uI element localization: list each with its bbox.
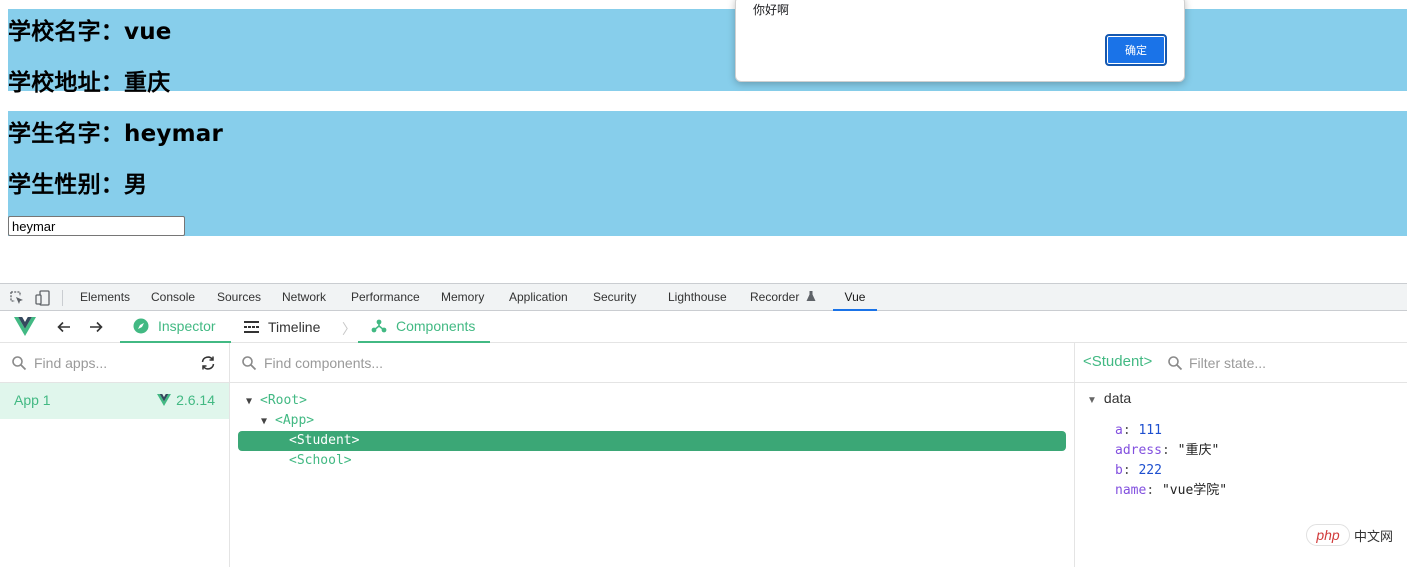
school-address-heading: 学校地址：重庆 <box>8 70 171 96</box>
tab-components[interactable]: Components <box>358 311 490 343</box>
data-section-toggle[interactable]: ▼ data <box>1087 390 1131 406</box>
student-name-heading: 学生名字：heymar <box>8 121 223 147</box>
triangle-down-icon[interactable]: ▼ <box>261 412 275 432</box>
student-name-input[interactable] <box>8 216 185 236</box>
alert-dialog: 你好啊 确定 <box>735 0 1185 82</box>
prop-colon: : <box>1122 463 1139 478</box>
tree-node-label: <App> <box>275 413 315 428</box>
prop-key: adress <box>1115 443 1162 458</box>
student-gender-heading: 学生性别：男 <box>8 172 148 198</box>
tab-inspector-label: Inspector <box>158 318 216 334</box>
search-icon <box>12 356 27 371</box>
prop-colon: : <box>1122 423 1139 438</box>
apps-search-row <box>0 343 229 383</box>
tab-memory[interactable]: Memory <box>441 284 484 311</box>
prop-key: name <box>1115 483 1147 498</box>
tab-console[interactable]: Console <box>151 284 195 311</box>
tree-node-student[interactable]: <Student> <box>238 431 1066 451</box>
flask-icon <box>806 291 816 301</box>
app-name: App 1 <box>14 392 51 408</box>
vue-version-icon <box>157 394 172 406</box>
app-version-label: 2.6.14 <box>176 392 215 408</box>
apps-pane: App 1 2.6.14 <box>0 343 230 567</box>
tab-performance[interactable]: Performance <box>351 284 420 311</box>
tree-node-school[interactable]: <School> <box>289 451 352 471</box>
app-version: 2.6.14 <box>157 392 215 408</box>
toolbar-divider <box>62 290 63 306</box>
tree-node-label: <School> <box>289 453 352 468</box>
triangle-down-icon: ▼ <box>1087 395 1097 406</box>
tab-recorder[interactable]: Recorder <box>750 284 816 311</box>
state-prop-row[interactable]: adress: "重庆" <box>1115 441 1219 461</box>
search-icon <box>1168 356 1183 371</box>
selected-component-name: <Student> <box>1083 353 1153 370</box>
timeline-icon <box>244 320 259 333</box>
tree-node-app[interactable]: ▼ <App> <box>261 411 314 431</box>
prop-colon: : <box>1146 483 1162 498</box>
tree-node-root[interactable]: ▼ <Root> <box>246 391 307 411</box>
alert-message: 你好啊 <box>753 3 790 17</box>
prop-key: b <box>1115 463 1123 478</box>
device-toggle-icon[interactable] <box>35 290 51 306</box>
devtools-tab-bar: Elements Console Sources Network Perform… <box>0 283 1407 311</box>
state-prop-row[interactable]: a: 111 <box>1115 421 1162 441</box>
tab-recorder-label: Recorder <box>750 290 800 304</box>
state-header-row: <Student> <box>1075 343 1407 383</box>
tab-lighthouse[interactable]: Lighthouse <box>668 284 727 311</box>
tree-node-label: <Root> <box>260 393 307 408</box>
php-cn-watermark: php 中文网 <box>1306 524 1393 546</box>
school-component-box: 学校名字：vue 学校地址：重庆 <box>8 9 1407 96</box>
prop-value: 222 <box>1138 463 1162 478</box>
watermark-badge: php <box>1306 524 1350 546</box>
tab-timeline-label: Timeline <box>268 319 321 335</box>
tab-network[interactable]: Network <box>282 284 326 311</box>
components-search-input[interactable] <box>264 352 664 374</box>
back-arrow-icon[interactable] <box>56 319 72 335</box>
prop-colon: : <box>1161 443 1178 458</box>
components-icon <box>371 319 387 333</box>
forward-arrow-icon[interactable] <box>88 319 104 335</box>
watermark-text: 中文网 <box>1354 529 1394 545</box>
refresh-icon[interactable] <box>200 355 216 371</box>
tab-vue[interactable]: Vue <box>833 284 877 311</box>
app-list-item[interactable]: App 1 2.6.14 <box>0 383 229 419</box>
search-icon <box>242 356 257 371</box>
state-prop-row[interactable]: b: 222 <box>1115 461 1162 481</box>
apps-search-input[interactable] <box>34 352 184 374</box>
tab-elements[interactable]: Elements <box>80 284 130 311</box>
triangle-down-icon[interactable]: ▼ <box>246 392 260 412</box>
alert-ok-button[interactable]: 确定 <box>1105 34 1167 66</box>
tab-application[interactable]: Application <box>509 284 568 311</box>
prop-value: "重庆" <box>1177 443 1220 458</box>
tab-security[interactable]: Security <box>593 284 636 311</box>
tab-separator: 〉 <box>342 322 356 338</box>
components-search-row <box>230 343 1074 383</box>
prop-key: a <box>1115 423 1123 438</box>
vue-logo-icon <box>14 317 36 336</box>
prop-value: "vue学院" <box>1161 483 1228 498</box>
prop-value: 111 <box>1138 423 1162 438</box>
tab-components-label: Components <box>396 318 476 334</box>
inspect-element-icon[interactable] <box>9 290 25 306</box>
compass-icon <box>133 318 149 334</box>
state-prop-row[interactable]: name: "vue学院" <box>1115 481 1227 501</box>
tab-inspector[interactable]: Inspector <box>120 311 231 343</box>
vue-devtools-toolbar: Inspector Timeline 〉 Components <box>0 311 1407 343</box>
state-filter-input[interactable] <box>1189 352 1389 374</box>
components-pane: ▼<Root> ▼<App> <Student> <School> <box>230 343 1075 567</box>
tree-node-label: <Student> <box>289 433 360 448</box>
tab-sources[interactable]: Sources <box>217 284 261 311</box>
school-name-heading: 学校名字：vue <box>8 19 172 45</box>
data-section-label: data <box>1103 390 1132 406</box>
screen: 学校名字：vue 学校地址：重庆 学生名字：heymar 学生性别：男 你好啊 … <box>0 0 1407 567</box>
student-component-box: 学生名字：heymar 学生性别：男 <box>8 111 1407 236</box>
tab-timeline[interactable]: Timeline <box>244 311 320 343</box>
